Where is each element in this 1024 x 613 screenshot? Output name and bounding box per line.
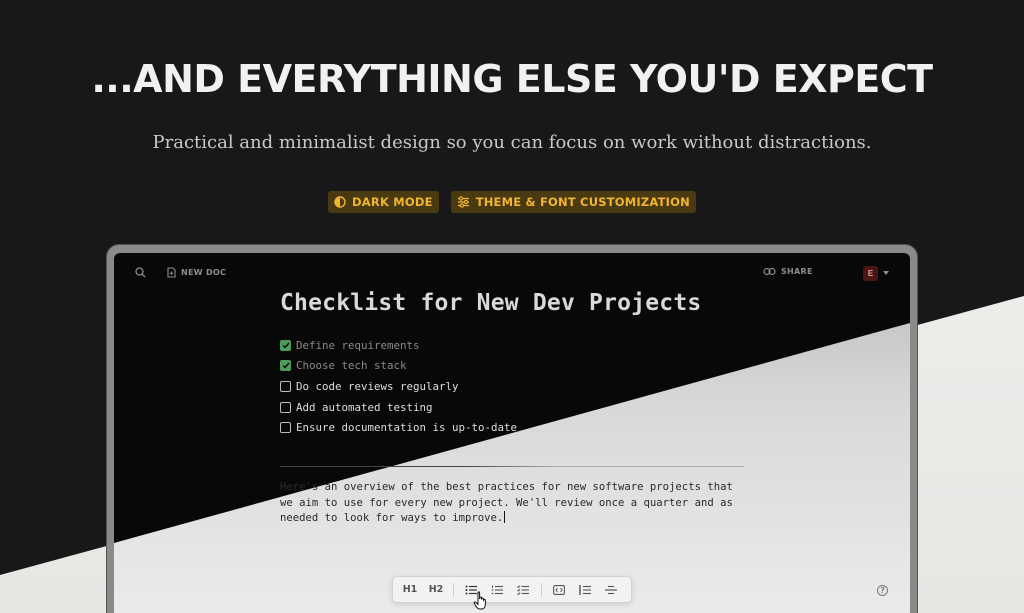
contrast-icon	[334, 196, 346, 208]
toolbar-separator	[541, 583, 542, 597]
checkmark-icon	[282, 342, 290, 349]
toolbar-separator	[453, 583, 454, 597]
app-screen: NEW DOC SHARE E Checklist for New Dev Pr…	[114, 253, 910, 613]
checklist-item-text[interactable]: Ensure documentation is up-to-date	[296, 421, 517, 434]
code-block-icon	[553, 584, 565, 595]
checklist-item[interactable]: Choose tech stack	[280, 356, 517, 377]
hero-subtitle: Practical and minimalist design so you c…	[152, 132, 872, 153]
link-icon	[763, 267, 776, 276]
theme-font-label: THEME & FONT CUSTOMIZATION	[475, 195, 690, 209]
checklist-item[interactable]: Do code reviews regularly	[280, 376, 517, 397]
checkbox-checked[interactable]	[280, 339, 291, 351]
checklist-item-text[interactable]: Add automated testing	[296, 401, 433, 414]
checklist-icon	[517, 584, 529, 595]
search-icon	[135, 267, 146, 278]
horizontal-divider	[280, 466, 744, 467]
h2-button[interactable]: H2	[425, 577, 447, 602]
checkbox[interactable]	[280, 380, 291, 392]
feature-badges: DARK MODE THEME & FONT CUSTOMIZATION	[0, 191, 1024, 213]
new-doc-label: NEW DOC	[181, 268, 227, 277]
checklist: Define requirements Choose tech stack Do…	[280, 335, 517, 438]
checklist-item-text[interactable]: Define requirements	[296, 339, 420, 352]
app-topbar: NEW DOC SHARE E	[114, 253, 910, 293]
numbered-list-icon	[491, 585, 503, 594]
avatar[interactable]: E	[863, 266, 878, 281]
theme-font-badge: THEME & FONT CUSTOMIZATION	[450, 191, 696, 213]
checkmark-icon	[282, 362, 290, 369]
divider-icon	[605, 585, 617, 594]
doc-title[interactable]: Checklist for New Dev Projects	[280, 290, 701, 316]
checkbox[interactable]	[280, 422, 291, 434]
share-button[interactable]: SHARE	[763, 267, 813, 276]
search-button[interactable]	[135, 267, 146, 278]
checklist-item[interactable]: Add automated testing	[280, 397, 517, 418]
new-doc-button[interactable]: NEW DOC	[167, 267, 226, 278]
dark-mode-badge: DARK MODE	[328, 191, 439, 213]
h1-button[interactable]: H1	[399, 577, 421, 602]
doc-paragraph[interactable]: Here's an overview of the best practices…	[280, 480, 750, 527]
app-window: NEW DOC SHARE E Checklist for New Dev Pr…	[107, 245, 917, 613]
sliders-icon	[457, 196, 469, 208]
format-toolbar: H1 H2	[392, 576, 632, 603]
dark-mode-label: DARK MODE	[352, 195, 433, 209]
quote-icon	[579, 584, 591, 595]
checkbox-checked[interactable]	[280, 360, 291, 372]
paragraph-line[interactable]: we aim to use for every new project. We'…	[280, 496, 750, 512]
hero-title: ...AND EVERYTHING ELSE YOU'D EXPECT	[91, 57, 933, 101]
checklist-button[interactable]	[513, 577, 533, 602]
hand-pointer-icon	[473, 591, 486, 610]
text-cursor	[504, 511, 506, 524]
new-doc-icon	[167, 267, 176, 278]
checklist-item[interactable]: Define requirements	[280, 335, 517, 356]
code-block-button[interactable]	[549, 577, 569, 602]
help-icon[interactable]: ?	[877, 585, 888, 596]
divider-button[interactable]	[601, 577, 621, 602]
paragraph-line[interactable]: needed to look for ways to improve.	[280, 512, 503, 524]
numbered-list-button[interactable]	[487, 577, 507, 602]
quote-button[interactable]	[575, 577, 595, 602]
checklist-item-text[interactable]: Do code reviews regularly	[296, 380, 459, 393]
paragraph-line-last[interactable]: needed to look for ways to improve.	[280, 511, 750, 527]
checklist-item-text[interactable]: Choose tech stack	[296, 359, 407, 372]
share-label: SHARE	[781, 267, 813, 276]
checklist-item[interactable]: Ensure documentation is up-to-date	[280, 417, 517, 438]
checkbox[interactable]	[280, 401, 291, 413]
paragraph-line[interactable]: Here's an overview of the best practices…	[280, 480, 750, 496]
chevron-down-icon[interactable]	[883, 271, 889, 275]
